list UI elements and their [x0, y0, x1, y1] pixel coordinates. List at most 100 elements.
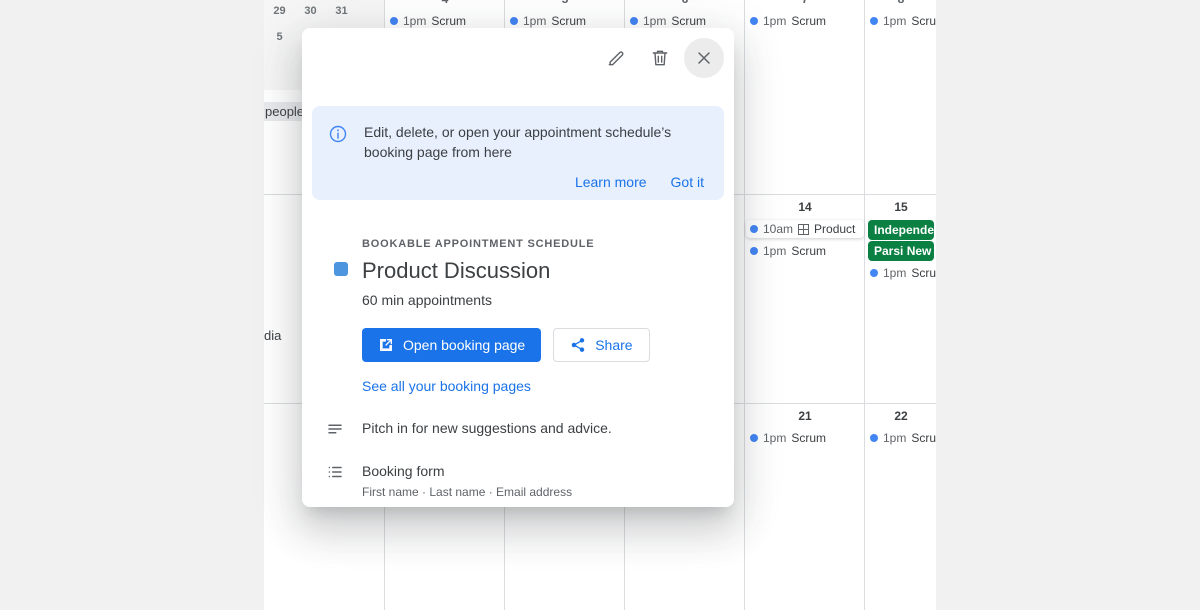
- calendar-day-number: 7: [746, 0, 864, 6]
- event-color-dot: [870, 269, 878, 277]
- share-label: Share: [595, 337, 633, 353]
- info-banner: Edit, delete, or open your appointment s…: [312, 106, 724, 200]
- calendar-day-number: 4: [386, 0, 504, 6]
- event-color-dot: [870, 17, 878, 25]
- calendar-holiday-chip[interactable]: Independenc: [868, 220, 934, 240]
- calendar-column-divider: [744, 0, 745, 610]
- dialog-body: BOOKABLE APPOINTMENT SCHEDULE Product Di…: [302, 224, 734, 507]
- info-icon: [328, 124, 348, 149]
- booking-form-fields: First name · Last name · Email address: [362, 485, 573, 499]
- share-button[interactable]: Share: [553, 328, 650, 362]
- event-time: 1pm: [883, 14, 907, 28]
- calendar-day-number: 5: [506, 0, 624, 6]
- sidebar-fragment-people[interactable]: people: [264, 102, 306, 121]
- event-color-dot: [750, 225, 758, 233]
- right-gutter: [936, 0, 1200, 610]
- event-title: Scru: [911, 266, 936, 280]
- description-text: Pitch in for new suggestions and advice.: [362, 420, 612, 436]
- grid-icon: [798, 223, 810, 235]
- appointment-schedule-dialog: Edit, delete, or open your appointment s…: [302, 28, 734, 507]
- calendar-day-cell[interactable]: 21 1pm Scrum: [746, 409, 864, 447]
- event-time: 1pm: [763, 431, 787, 445]
- calendar-color-swatch: [334, 262, 348, 276]
- calendar-day-number: 8: [866, 0, 936, 6]
- event-color-dot: [750, 247, 758, 255]
- calendar-event[interactable]: 10am Product: [746, 220, 864, 238]
- delete-button[interactable]: [640, 38, 680, 78]
- event-title: Scrum: [791, 431, 827, 445]
- calendar-day-number: 21: [798, 409, 812, 423]
- info-banner-message: Edit, delete, or open your appointment s…: [364, 124, 672, 160]
- app-root: 29 30 31 5 people dia 4 1pm Scrum 5 1pm …: [0, 0, 1200, 610]
- schedule-type-label: BOOKABLE APPOINTMENT SCHEDULE: [362, 238, 595, 250]
- calendar-day-number: 15: [894, 200, 908, 214]
- event-color-dot: [390, 17, 398, 25]
- event-time: 1pm: [403, 14, 427, 28]
- calendar-day-number: 14: [798, 200, 812, 214]
- calendar-event[interactable]: 1pm Scrum: [746, 242, 864, 260]
- close-icon: [698, 52, 710, 64]
- details-list: Pitch in for new suggestions and advice.…: [302, 418, 734, 507]
- calendar-column-divider: [864, 0, 865, 610]
- event-time: 1pm: [763, 14, 787, 28]
- calendar-day-cell[interactable]: 4 1pm Scrum: [386, 0, 504, 30]
- event-title: Scrum: [551, 14, 587, 28]
- event-color-dot: [510, 17, 518, 25]
- calendar-day-cell[interactable]: 8 1pm Scru: [866, 0, 936, 30]
- calendar-day-cell[interactable]: 6 1pm Scrum: [626, 0, 744, 30]
- close-button[interactable]: [684, 38, 724, 78]
- calendar-event[interactable]: 1pm Scru: [866, 12, 936, 30]
- learn-more-link[interactable]: Learn more: [575, 174, 647, 190]
- calendar-day-cell[interactable]: 14 10am Product 1pm Scrum: [746, 200, 864, 260]
- event-time: 10am: [763, 222, 794, 236]
- calendar-event[interactable]: 1pm Scru: [866, 264, 936, 282]
- event-title: Scrum: [671, 14, 707, 28]
- calendar-event[interactable]: 1pm Scrum: [746, 429, 864, 447]
- edit-button[interactable]: [596, 38, 636, 78]
- external-link-icon: [380, 339, 392, 351]
- left-gutter: [0, 0, 264, 610]
- open-booking-page-button[interactable]: Open booking page: [362, 328, 542, 362]
- event-title: Scrum: [791, 14, 827, 28]
- event-title: Product: [814, 222, 856, 236]
- dialog-action-bar: [596, 38, 724, 78]
- list-icon: [326, 461, 362, 501]
- description-icon: [326, 418, 362, 443]
- detail-row-booking-form: Booking form First name · Last name · Em…: [302, 461, 734, 501]
- trash-icon: [652, 50, 668, 66]
- calendar-day-cell[interactable]: 22 1pm Scru: [866, 409, 936, 447]
- event-color-dot: [750, 17, 758, 25]
- detail-row-description: Pitch in for new suggestions and advice.: [302, 418, 734, 443]
- got-it-button[interactable]: Got it: [671, 174, 704, 190]
- event-title: Scrum: [791, 244, 827, 258]
- event-title: Scru: [911, 14, 936, 28]
- event-title: Scrum: [431, 14, 467, 28]
- mini-calendar-day[interactable]: 5: [264, 31, 295, 43]
- event-time: 1pm: [883, 266, 907, 280]
- calendar-day-cell[interactable]: 5 1pm Scrum: [506, 0, 624, 30]
- mini-calendar-day[interactable]: 29: [264, 5, 295, 17]
- color-swatch-column: [326, 224, 362, 396]
- calendar-day-cell[interactable]: 15 Independenc Parsi New Y 1pm Scru: [866, 200, 936, 282]
- pencil-icon: [608, 51, 624, 66]
- open-booking-page-label: Open booking page: [403, 337, 526, 353]
- event-time: 1pm: [643, 14, 667, 28]
- calendar-day-number: 22: [894, 409, 908, 423]
- mini-calendar-day[interactable]: 30: [295, 5, 326, 17]
- schedule-duration: 60 min appointments: [362, 292, 492, 308]
- calendar-event[interactable]: 1pm Scru: [866, 429, 936, 447]
- see-all-booking-pages-link[interactable]: See all your booking pages: [362, 378, 531, 394]
- event-time: 1pm: [523, 14, 547, 28]
- schedule-title: Product Discussion: [362, 258, 551, 283]
- event-time: 1pm: [883, 431, 907, 445]
- booking-form-title: Booking form: [362, 463, 445, 479]
- event-color-dot: [750, 434, 758, 442]
- calendar-day-cell[interactable]: 7 1pm Scrum: [746, 0, 864, 30]
- calendar-holiday-chip[interactable]: Parsi New Y: [868, 241, 934, 261]
- calendar-event[interactable]: 1pm Scrum: [746, 12, 864, 30]
- event-time: 1pm: [763, 244, 787, 258]
- event-title: Scru: [911, 431, 936, 445]
- event-color-dot: [870, 434, 878, 442]
- mini-calendar-day[interactable]: 31: [326, 5, 357, 17]
- sidebar-fragment-dia[interactable]: dia: [264, 328, 281, 343]
